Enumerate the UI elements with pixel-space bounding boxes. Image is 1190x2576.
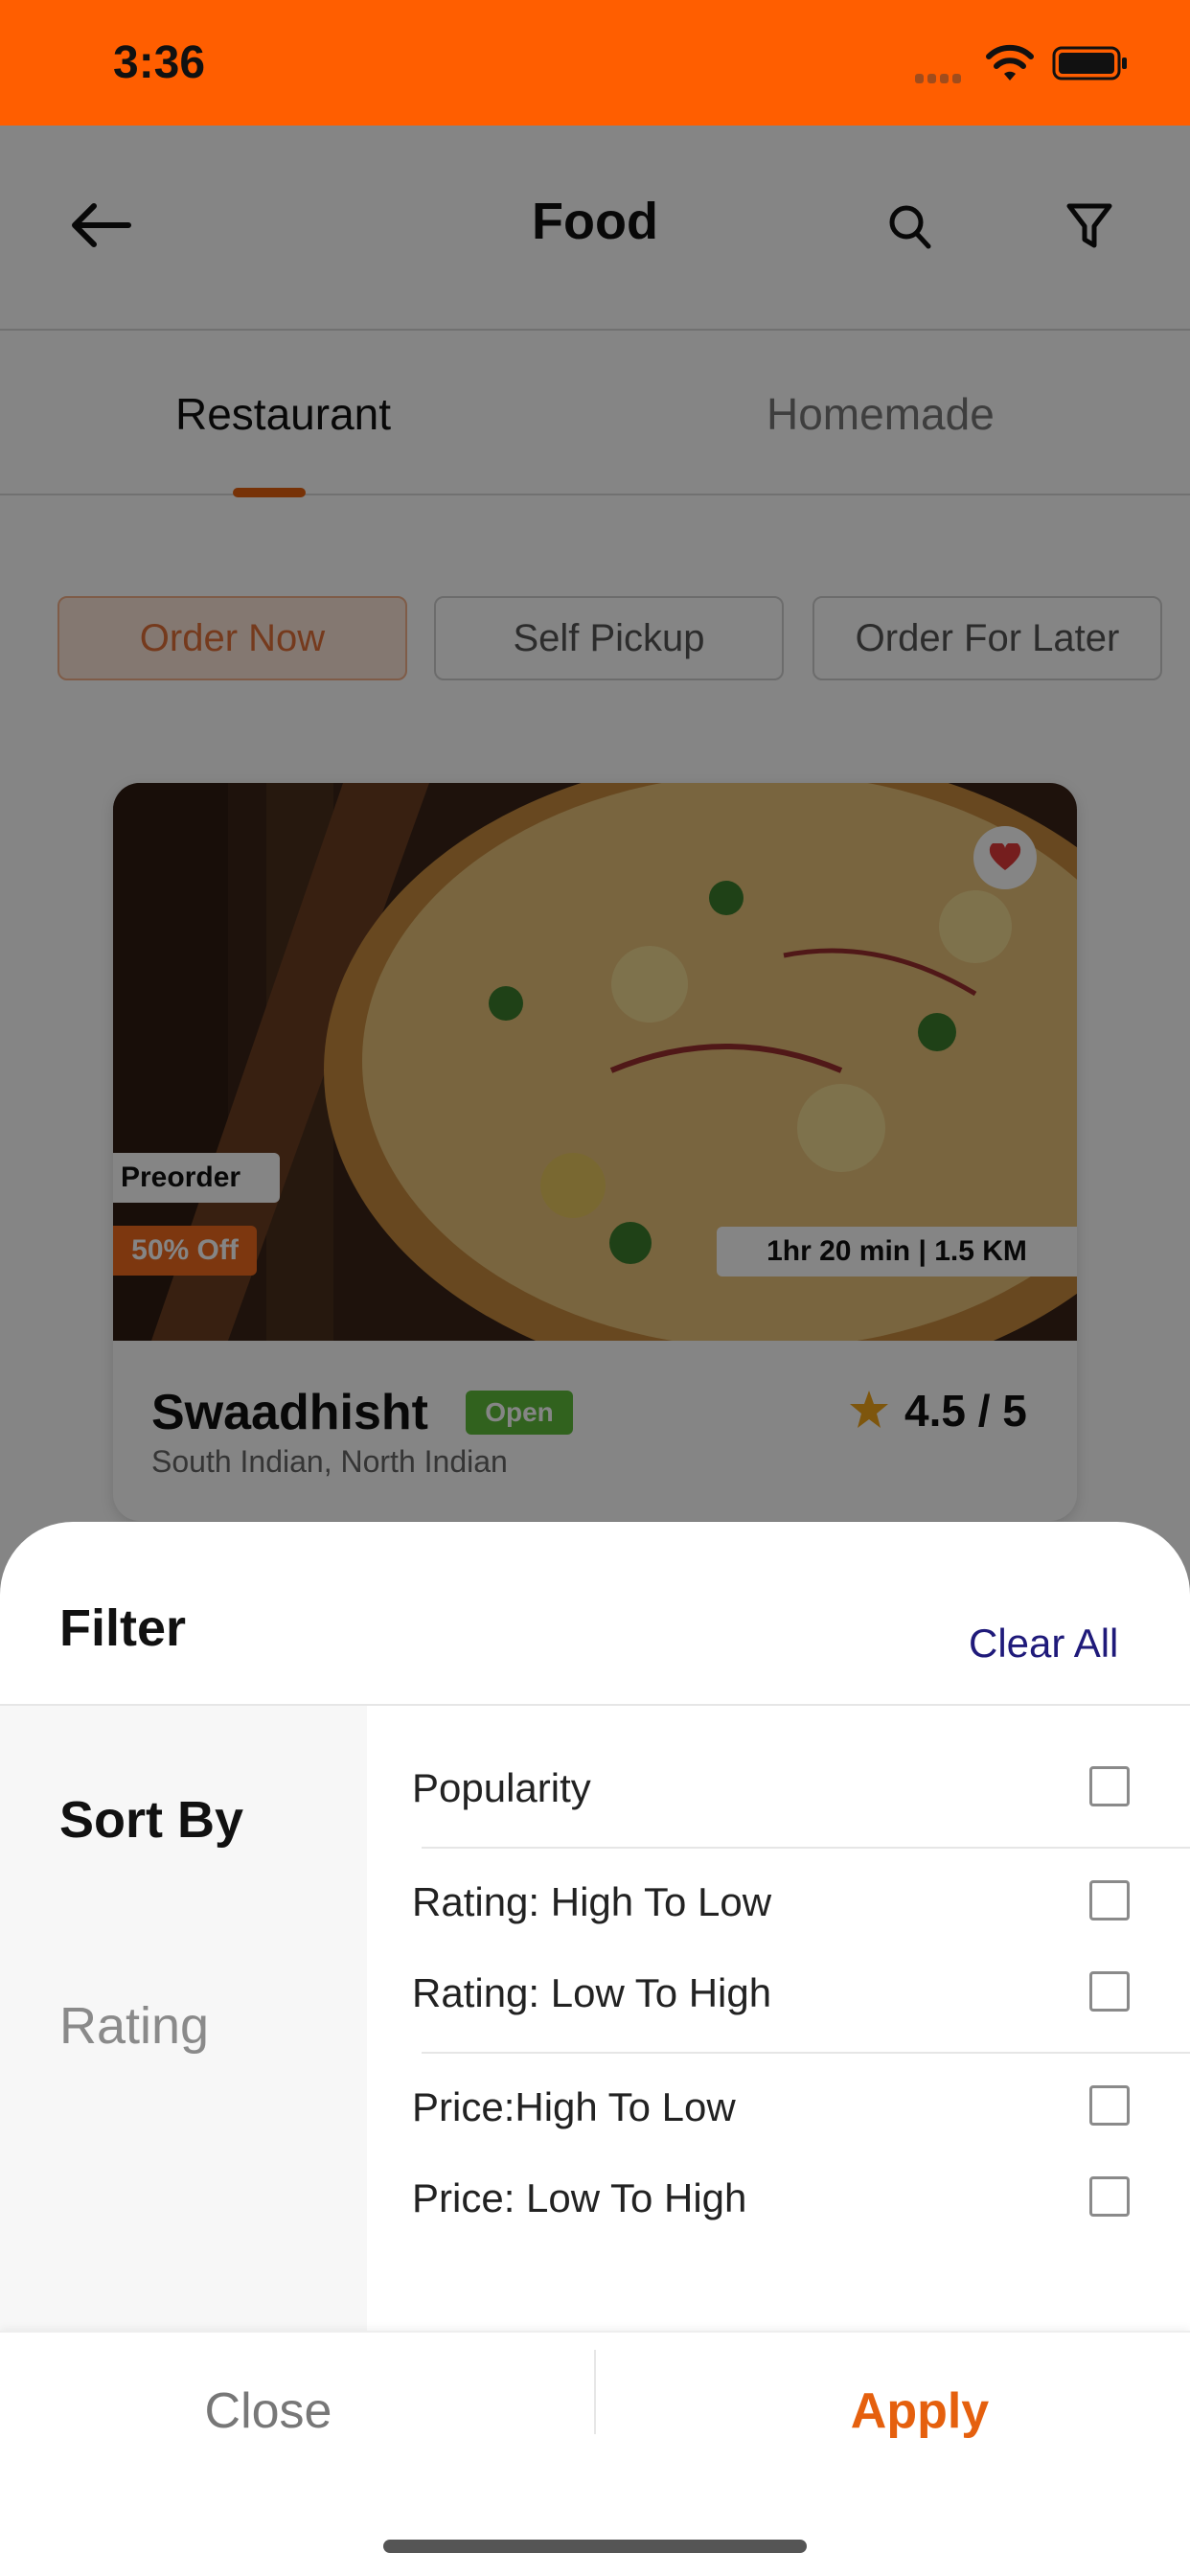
checkbox-rating-low-to-high[interactable] xyxy=(1089,1971,1130,2012)
option-rating-high-to-low[interactable]: Rating: High To Low xyxy=(412,1879,771,1925)
status-bar: 3:36 xyxy=(0,0,1190,126)
filter-sheet: Filter Clear All Sort By Rating Populari… xyxy=(0,1522,1190,2576)
battery-icon xyxy=(1052,46,1127,80)
clear-all-button[interactable]: Clear All xyxy=(969,1621,1118,1667)
filter-title: Filter xyxy=(59,1599,187,1657)
sidebar-item-sort-by[interactable]: Sort By xyxy=(59,1790,243,1850)
status-time: 3:36 xyxy=(113,37,206,88)
close-button[interactable]: Close xyxy=(0,2382,537,2440)
divider xyxy=(422,2052,1190,2054)
option-price-low-to-high[interactable]: Price: Low To High xyxy=(412,2175,746,2221)
checkbox-price-high-to-low[interactable] xyxy=(1089,2085,1130,2126)
home-indicator xyxy=(383,2540,807,2553)
checkbox-price-low-to-high[interactable] xyxy=(1089,2176,1130,2217)
wifi-icon xyxy=(986,44,1034,80)
divider xyxy=(422,1847,1190,1849)
checkbox-popularity[interactable] xyxy=(1089,1766,1130,1806)
signal-icon xyxy=(915,71,969,83)
checkbox-rating-high-to-low[interactable] xyxy=(1089,1880,1130,1920)
option-price-high-to-low[interactable]: Price:High To Low xyxy=(412,2084,736,2130)
option-rating-low-to-high[interactable]: Rating: Low To High xyxy=(412,1970,771,2016)
apply-button[interactable]: Apply xyxy=(594,2382,1190,2440)
option-popularity[interactable]: Popularity xyxy=(412,1765,591,1811)
sidebar-item-rating[interactable]: Rating xyxy=(59,1996,209,2056)
